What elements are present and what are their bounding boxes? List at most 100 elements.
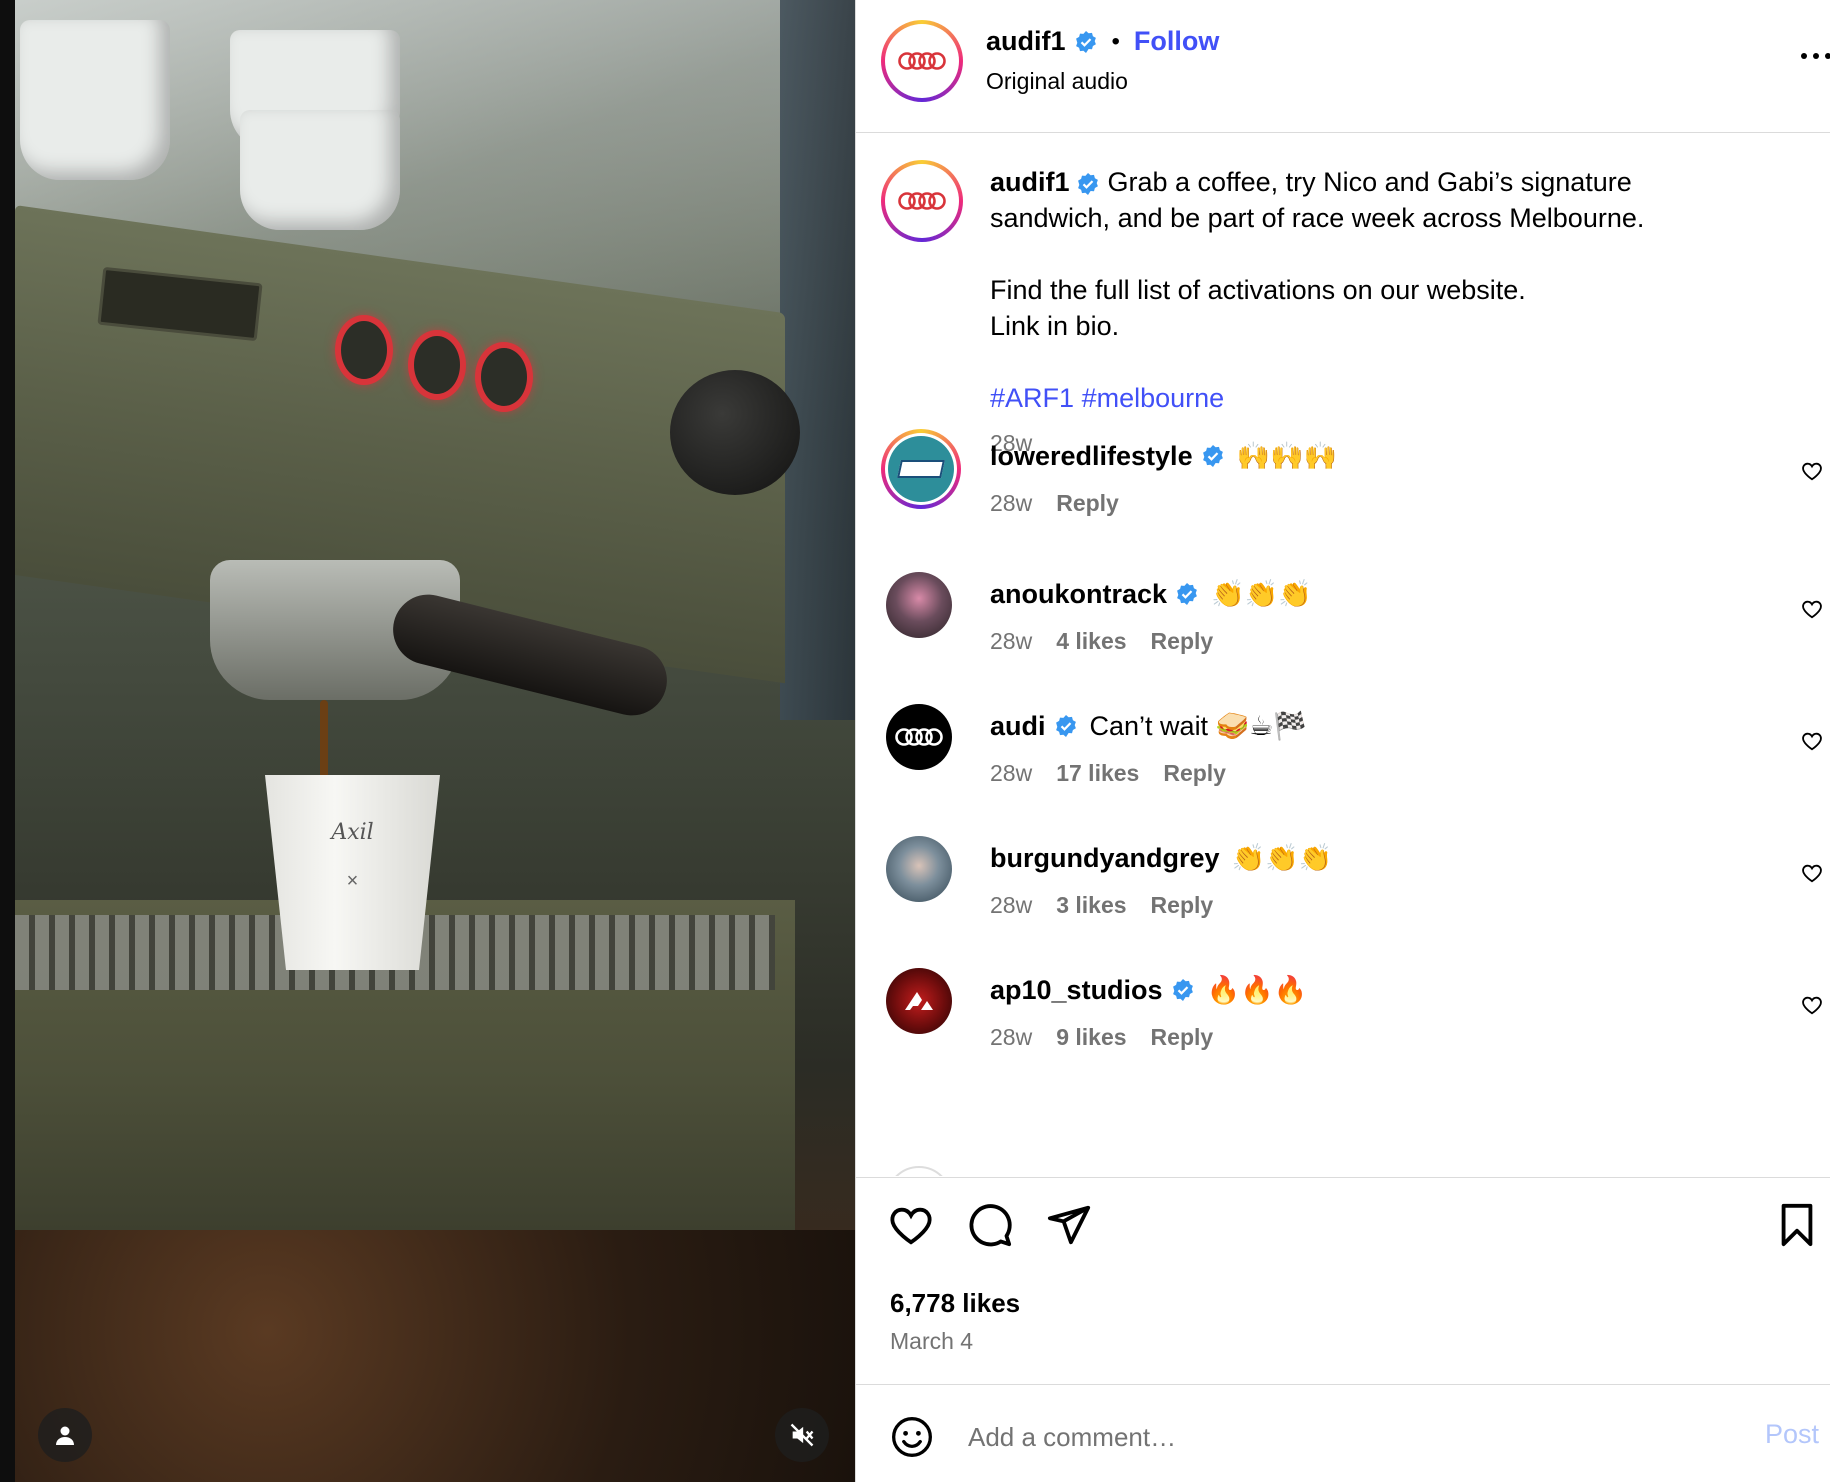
caption-username[interactable]: audif1 [990, 167, 1070, 197]
add-comment-bar: Post [856, 1384, 1830, 1482]
caption-text: audif1 Grab a coffee, try Nico and Gabi’… [990, 164, 1770, 416]
comment-meta: 28w 17 likes Reply [990, 760, 1226, 787]
comment-likes[interactable]: 17 likes [1056, 760, 1139, 787]
comment-text: Can’t wait 🥪☕🏁 [1089, 711, 1308, 741]
comment-like-heart-icon[interactable] [1801, 460, 1823, 482]
hashtag-link[interactable]: #melbourne [1082, 383, 1225, 413]
comment-text: 🙌🙌🙌 [1236, 441, 1338, 471]
author-line: audif1 • Follow [986, 26, 1219, 57]
like-heart-icon[interactable] [888, 1202, 934, 1248]
audio-label[interactable]: Original audio [986, 68, 1128, 95]
comment-time[interactable]: 28w [990, 892, 1032, 919]
likes-count[interactable]: 6,778 likes [890, 1288, 1020, 1319]
ap10-logo-icon [905, 992, 933, 1010]
audi-rings-logo-icon [898, 52, 946, 70]
commenter-avatar[interactable] [881, 429, 961, 509]
comment-likes[interactable]: 3 likes [1056, 892, 1126, 919]
caption-author-avatar[interactable] [881, 160, 963, 242]
commenter-avatar[interactable] [886, 836, 952, 902]
comment-item: audi Can’t wait 🥪☕🏁 28w 17 likes Reply [856, 704, 1830, 834]
author-avatar[interactable] [881, 20, 963, 102]
comment-time[interactable]: 28w [990, 1024, 1032, 1051]
comment-line: burgundyandgrey 👏👏👏 [990, 842, 1332, 874]
commenter-username[interactable]: ap10_studios [990, 975, 1163, 1006]
audi-ring-button [475, 342, 533, 412]
emoji-picker-icon[interactable] [890, 1415, 934, 1459]
caption-line: sandwich, and be part of race week acros… [990, 203, 1645, 233]
comment-likes[interactable]: 9 likes [1056, 1024, 1126, 1051]
comment-meta: 28w Reply [990, 490, 1119, 517]
verified-badge-icon [1177, 583, 1197, 605]
steam-knob [670, 370, 800, 495]
reply-button[interactable]: Reply [1151, 892, 1214, 919]
muted-speaker-icon [790, 1423, 814, 1447]
comment-item: loweredlifestyle 🙌🙌🙌 28w Reply [856, 429, 1830, 564]
tagged-users-button[interactable] [38, 1408, 92, 1462]
comment-text: 🔥🔥🔥 [1206, 975, 1308, 1005]
verified-badge-icon [1202, 445, 1223, 467]
comment-line: anoukontrack 👏👏👏 [990, 578, 1312, 610]
video-background-pillar [780, 0, 855, 720]
comment-like-heart-icon[interactable] [1801, 862, 1823, 884]
user-icon [56, 1426, 74, 1445]
reply-button[interactable]: Reply [1151, 628, 1214, 655]
verified-badge-icon [1077, 172, 1098, 195]
terrazzo-floor [15, 1230, 855, 1482]
comment-item: anoukontrack 👏👏👏 28w 4 likes Reply [856, 572, 1830, 702]
comment-meta: 28w 4 likes Reply [990, 628, 1213, 655]
post-header: audif1 • Follow Original audio [856, 0, 1830, 133]
comment-time[interactable]: 28w [990, 490, 1032, 517]
audi-ring-button [408, 330, 466, 400]
comment-time[interactable]: 28w [990, 760, 1032, 787]
cups-on-shelf [20, 20, 170, 180]
comment-line: ap10_studios 🔥🔥🔥 [990, 974, 1307, 1006]
reply-button[interactable]: Reply [1151, 1024, 1214, 1051]
caption-line: Link in bio. [990, 311, 1120, 341]
commenter-username[interactable]: loweredlifestyle [990, 441, 1193, 472]
comment-time[interactable]: 28w [990, 628, 1032, 655]
more-options-icon[interactable] [1798, 48, 1830, 64]
comment-text: 👏👏👏 [1211, 579, 1312, 609]
caption-line: Grab a coffee, try Nico and Gabi’s signa… [1107, 167, 1632, 197]
audi-rings-logo-icon [898, 192, 946, 210]
save-bookmark-icon[interactable] [1774, 1202, 1820, 1248]
comment-like-heart-icon[interactable] [1801, 598, 1823, 620]
audi-ring-button [335, 315, 393, 385]
post-actions: 6,778 likes March 4 Post [856, 1177, 1830, 1482]
post-date[interactable]: March 4 [890, 1328, 973, 1355]
comment-item: burgundyandgrey 👏👏👏 28w 3 likes Reply [856, 836, 1830, 966]
reply-button[interactable]: Reply [1163, 760, 1226, 787]
comment-like-heart-icon[interactable] [1801, 994, 1823, 1016]
post-comment-button[interactable]: Post [1765, 1419, 1819, 1450]
caption-line: Find the full list of activations on our… [990, 275, 1526, 305]
commenter-avatar[interactable] [886, 704, 952, 770]
cup-x-text: × [346, 870, 359, 892]
cup-brand-text: Axil [331, 820, 374, 845]
comment-likes[interactable]: 4 likes [1056, 628, 1126, 655]
author-username[interactable]: audif1 [986, 26, 1066, 57]
verified-badge-icon [1172, 979, 1193, 1001]
verified-badge-icon [1055, 715, 1076, 737]
audi-rings-logo-icon [895, 728, 943, 746]
commenter-avatar[interactable] [886, 572, 952, 638]
commenter-username[interactable]: audi [990, 711, 1046, 742]
share-send-icon[interactable] [1046, 1202, 1092, 1248]
reply-button[interactable]: Reply [1056, 490, 1119, 517]
video-player[interactable]: Axil × [0, 0, 855, 1482]
comment-line: audi Can’t wait 🥪☕🏁 [990, 710, 1307, 742]
comment-line: loweredlifestyle 🙌🙌🙌 [990, 440, 1337, 472]
comments-scroll-area[interactable]: audif1 Grab a coffee, try Nico and Gabi’… [856, 134, 1830, 1176]
follow-button[interactable]: Follow [1134, 26, 1219, 57]
hashtag-link[interactable]: #ARF1 [990, 383, 1074, 413]
comment-meta: 28w 3 likes Reply [990, 892, 1213, 919]
comment-bubble-icon[interactable] [967, 1202, 1013, 1248]
mute-toggle-button[interactable] [775, 1408, 829, 1462]
commenter-username[interactable]: burgundyandgrey [990, 843, 1220, 874]
verified-badge-icon [1075, 30, 1096, 53]
comment-item: ap10_studios 🔥🔥🔥 28w 9 likes Reply [856, 968, 1830, 1098]
comment-input[interactable] [968, 1415, 1688, 1459]
partial-comment-avatar [886, 1166, 952, 1176]
commenter-avatar[interactable] [886, 968, 952, 1034]
comment-like-heart-icon[interactable] [1801, 730, 1823, 752]
commenter-username[interactable]: anoukontrack [990, 579, 1167, 610]
